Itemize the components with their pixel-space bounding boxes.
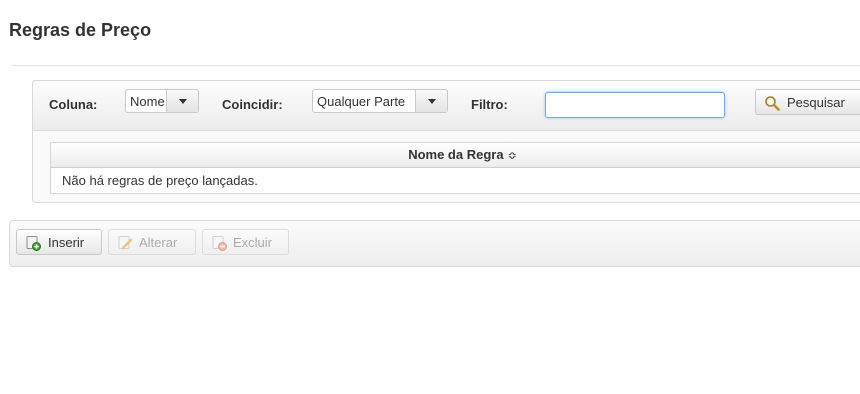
search-button[interactable]: Pesquisar (755, 89, 860, 115)
insert-button-label: Inserir (48, 235, 85, 250)
title-divider (12, 65, 860, 66)
search-button-label: Pesquisar (787, 95, 845, 110)
column-select-value: Nome (130, 94, 165, 109)
column-select[interactable]: Nome (125, 89, 199, 113)
action-bar: Inserir Alterar Excluir (9, 220, 860, 267)
search-icon (765, 96, 780, 111)
rules-panel: Coluna: Nome Coincidir: Qualquer Parte F… (32, 80, 860, 203)
match-select-value: Qualquer Parte (317, 94, 406, 109)
chevron-down-icon[interactable] (166, 90, 198, 112)
empty-message: Não há regras de preço lançadas. (62, 173, 258, 188)
add-document-icon (26, 236, 41, 251)
edit-button-label: Alterar (139, 235, 178, 250)
column-header-rule-name[interactable]: Nome da Regra ≎ (51, 143, 860, 168)
edit-button[interactable]: Alterar (108, 229, 196, 255)
filter-input[interactable] (545, 92, 725, 118)
sort-icon[interactable]: ≎ (508, 150, 517, 162)
filter-label: Filtro: (471, 97, 508, 112)
delete-document-icon (212, 236, 227, 251)
match-label: Coincidir: (222, 97, 283, 112)
page-title: Regras de Preço (9, 20, 152, 40)
insert-button[interactable]: Inserir (16, 229, 102, 255)
rules-table: Nome da Regra ≎ Não há regras de preço la… (50, 142, 860, 194)
chevron-down-icon[interactable] (415, 90, 447, 112)
filter-bar: Coluna: Nome Coincidir: Qualquer Parte F… (33, 81, 860, 131)
delete-button[interactable]: Excluir (202, 229, 289, 255)
column-header-label: Nome da Regra (408, 147, 504, 162)
delete-button-label: Excluir (233, 235, 273, 250)
match-select[interactable]: Qualquer Parte (312, 89, 448, 113)
edit-pencil-icon (118, 236, 133, 250)
column-label: Coluna: (49, 97, 98, 112)
